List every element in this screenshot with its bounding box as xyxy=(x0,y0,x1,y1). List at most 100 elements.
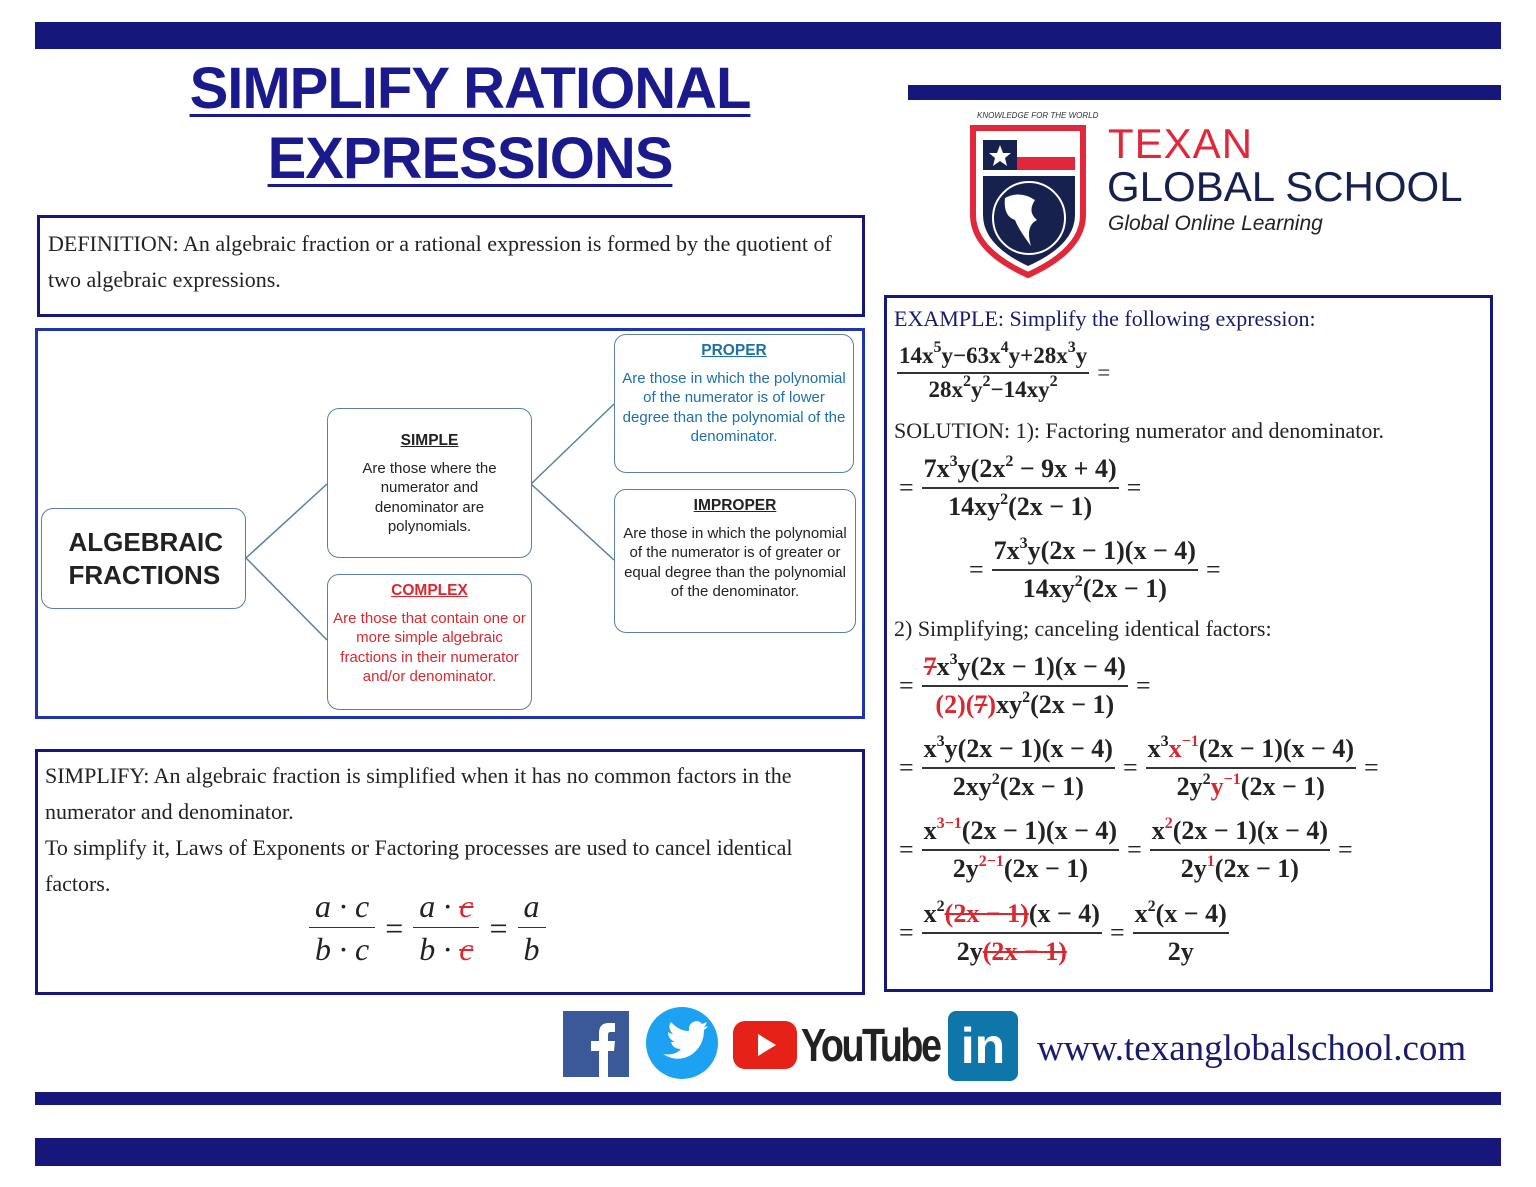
equals-sign: = xyxy=(1097,360,1111,385)
node-improper: IMPROPER Are those in which the polynomi… xyxy=(614,489,856,633)
numerator: x2(2x − 1)(x − 4) xyxy=(921,899,1102,934)
node-improper-text: Are those in which the polynomial of the… xyxy=(623,524,847,601)
example-label: EXAMPLE: xyxy=(894,306,1004,331)
right-header-bar xyxy=(908,85,1501,100)
example-fraction: x3−1(2x − 1)(x − 4) 2y2−1(2x − 1) xyxy=(921,816,1120,884)
math-row: = x3y(2x − 1)(x − 4) 2xy2(2x − 1) = x3x−1(2x… xyxy=(895,734,1383,802)
node-improper-title: IMPROPER xyxy=(693,497,777,514)
numerator: 14x5y−63x4y+28x3y xyxy=(897,340,1090,374)
node-complex-title: COMPLEX xyxy=(391,582,468,599)
math-row: = 7x3y(2x − 1)(x − 4) 14xy2(2x − 1) = xyxy=(965,536,1225,604)
numerator: x2(x − 4) xyxy=(1132,899,1229,934)
example-fraction: x2(2x − 1)(x − 4) 2y(2x − 1) xyxy=(921,899,1102,967)
logo-name-texan: TEXAN xyxy=(1108,120,1254,167)
equals-sign: = xyxy=(969,555,984,584)
numerator: a · c xyxy=(309,888,376,928)
linkedin-icon[interactable]: in xyxy=(948,1011,1018,1081)
node-simple-title: SIMPLE xyxy=(400,432,459,449)
cancellation-formula: a · cb · c = a · cb · c = a b xyxy=(305,888,550,968)
denominator: b · c xyxy=(419,931,474,967)
math-row: = x3−1(2x − 1)(x − 4) 2y2−1(2x − 1) = x2(2x … xyxy=(895,816,1357,884)
logo-tagline: KNOWLEDGE FOR THE WORLD xyxy=(977,111,1099,120)
example-fraction: 7x3y(2x − 1)(x − 4) (2)(7)xy2(2x − 1) xyxy=(921,652,1128,720)
top-bar xyxy=(35,22,1501,49)
numerator: x2(2x − 1)(x − 4) xyxy=(1149,816,1330,851)
linkedin-glyph: in xyxy=(960,1018,1006,1074)
example-fraction: 14x5y−63x4y+28x3y 28x2y2−14xy2 xyxy=(897,340,1090,403)
denominator: 14xy2(2x − 1) xyxy=(1022,573,1167,604)
denominator: (2)(7)xy2(2x − 1) xyxy=(935,689,1115,720)
equals-sign: = xyxy=(1364,753,1379,782)
classification-diagram: ALGEBRAIC FRACTIONS SIMPLE Are those whe… xyxy=(35,328,865,719)
node-simple: SIMPLE Are those where the numerator and… xyxy=(327,408,532,558)
bottom-bar-1 xyxy=(35,1092,1501,1105)
solution-label: SOLUTION: xyxy=(894,418,1011,443)
definition-text: DEFINITION: An algebraic fraction or a r… xyxy=(48,231,832,292)
denominator: 2xy2(2x − 1) xyxy=(952,771,1084,802)
page-title-line1: SIMPLIFY RATIONAL xyxy=(189,56,752,121)
math-row: = 7x3y(2x − 1)(x − 4) (2)(7)xy2(2x − 1) = xyxy=(895,652,1155,720)
node-complex: COMPLEX Are those that contain one or mo… xyxy=(327,574,532,710)
numerator: 7x3y(2x − 1)(x − 4) xyxy=(921,652,1128,687)
equals-sign: = xyxy=(899,671,914,700)
equals-sign: = xyxy=(489,909,508,946)
solution-step1: 1): Factoring numerator and denominator. xyxy=(1015,418,1385,443)
node-algebraic-fractions: ALGEBRAIC FRACTIONS xyxy=(41,508,246,609)
node-simple-text: Are those where the numerator and denomi… xyxy=(362,459,497,536)
facebook-icon[interactable] xyxy=(563,1011,629,1077)
youtube-link[interactable]: YouTube xyxy=(733,1018,970,1072)
logo: KNOWLEDGE FOR THE WORLD TEXAN GLOBAL SCH… xyxy=(965,108,1495,283)
equals-sign: = xyxy=(1122,753,1138,782)
equals-sign: = xyxy=(1127,835,1142,864)
logo-subtitle: Global Online Learning xyxy=(1108,212,1323,235)
node-proper: PROPER Are those in which the polynomial… xyxy=(614,334,854,473)
shield-globe-icon xyxy=(970,125,1086,279)
solution-step2: 2) Simplifying; canceling identical fact… xyxy=(894,616,1272,641)
example-fraction: 7x3y(2x − 1)(x − 4) 14xy2(2x − 1) xyxy=(991,536,1198,604)
example-prompt: Simplify the following expression: xyxy=(1009,306,1316,331)
equals-sign: = xyxy=(899,918,914,947)
formula-fraction: a · cb · c xyxy=(309,888,376,968)
example-heading: EXAMPLE: Simplify the following expressi… xyxy=(894,306,1316,332)
website-link[interactable]: www.texanglobalschool.com xyxy=(1037,1027,1466,1070)
example-fraction: x3y(2x − 1)(x − 4) 2xy2(2x − 1) xyxy=(921,734,1115,802)
numerator: 7x3y(2x2 − 9x + 4) xyxy=(921,454,1119,489)
equals-sign: = xyxy=(899,473,914,502)
simplify-text-1: SIMPLIFY: An algebraic fraction is simpl… xyxy=(45,763,792,824)
math-row: 14x5y−63x4y+28x3y 28x2y2−14xy2 = xyxy=(893,340,1114,403)
example-fraction: x3x−1(2x − 1)(x − 4) 2y2y−1(2x − 1) xyxy=(1145,734,1356,802)
denominator: b xyxy=(523,931,540,967)
formula-fraction: a · cb · c xyxy=(413,888,480,968)
denominator: 2y xyxy=(1167,937,1194,966)
equals-sign: = xyxy=(899,753,914,782)
equals-sign: = xyxy=(1135,671,1151,700)
youtube-wordmark: YouTube xyxy=(801,1019,942,1071)
equals-sign: = xyxy=(899,835,914,864)
equals-sign: = xyxy=(1205,555,1221,584)
definition-box: DEFINITION: An algebraic fraction or a r… xyxy=(37,215,865,317)
denominator: 2y(2x − 1) xyxy=(956,937,1067,966)
page-title-line2: EXPRESSIONS xyxy=(267,126,674,191)
solution-heading: SOLUTION: 1): Factoring numerator and de… xyxy=(894,418,1384,444)
example-fraction: x2(x − 4) 2y xyxy=(1132,899,1229,967)
formula-fraction: ab xyxy=(517,888,546,968)
equals-sign: = xyxy=(385,909,404,946)
denominator: 2y2−1(2x − 1) xyxy=(952,853,1088,884)
twitter-icon[interactable] xyxy=(645,1006,719,1080)
numerator: a xyxy=(517,888,546,928)
node-proper-title: PROPER xyxy=(701,342,767,359)
numerator: x3x−1(2x − 1)(x − 4) xyxy=(1145,734,1356,769)
math-row: = 7x3y(2x2 − 9x + 4) 14xy2(2x − 1) = xyxy=(895,454,1145,522)
example-fraction: x2(2x − 1)(x − 4) 2y1(2x − 1) xyxy=(1149,816,1330,884)
denominator: 28x2y2−14xy2 xyxy=(928,373,1058,403)
numerator: 7x3y(2x − 1)(x − 4) xyxy=(991,536,1198,571)
node-proper-text: Are those in which the polynomial of the… xyxy=(622,369,846,446)
numerator: a · c xyxy=(413,888,480,928)
denominator: 2y2y−1(2x − 1) xyxy=(1176,771,1325,802)
bottom-bar-2 xyxy=(35,1138,1501,1166)
logo-name-global-school: GLOBAL SCHOOL xyxy=(1107,163,1463,210)
equals-sign: = xyxy=(1109,918,1125,947)
denominator: b · c xyxy=(315,931,370,967)
math-row: = x2(2x − 1)(x − 4) 2y(2x − 1) = x2(x − 4) 2y xyxy=(895,899,1233,967)
example-fraction: 7x3y(2x2 − 9x + 4) 14xy2(2x − 1) xyxy=(921,454,1119,522)
